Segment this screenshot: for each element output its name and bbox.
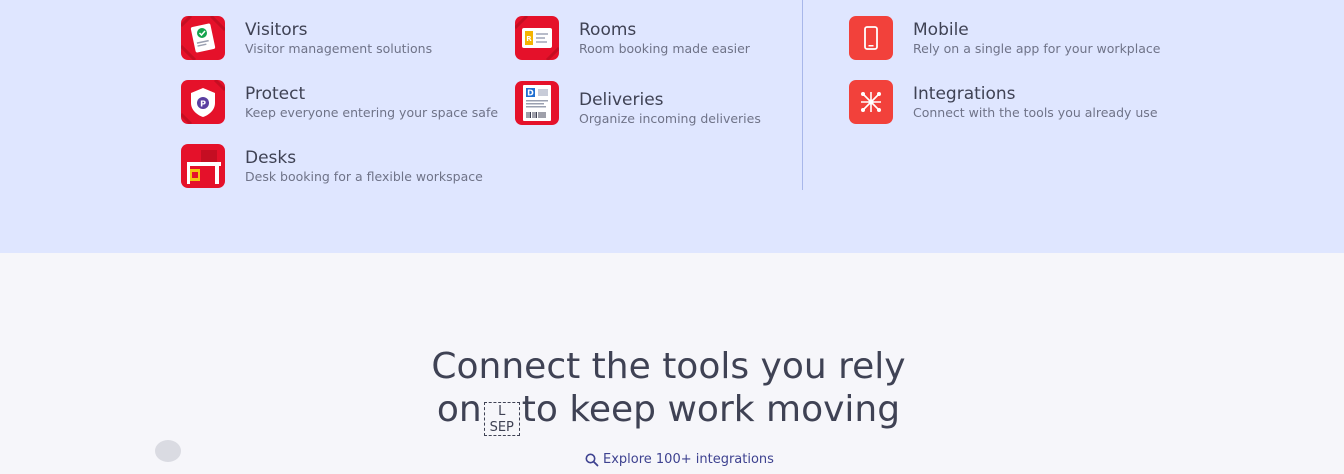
menu-item-subtitle: Organize incoming deliveries [579, 111, 761, 126]
menu-item-rooms[interactable]: R Rooms Room booking made easier [515, 16, 750, 60]
products-mega-menu: Visitors Visitor management solutions P … [0, 0, 1344, 253]
visitors-badge-icon [181, 16, 225, 60]
explore-integrations-link[interactable]: Explore 100+ integrations [585, 452, 774, 467]
hero-headline: Connect the tools you rely on L SEP to keep… [0, 345, 1337, 436]
menu-item-subtitle: Connect with the tools you already use [913, 105, 1158, 120]
menu-item-subtitle: Visitor management solutions [245, 41, 433, 56]
menu-item-subtitle: Room booking made easier [579, 41, 750, 56]
menu-item-subtitle: Rely on a single app for your workplace [913, 41, 1161, 56]
headline-line-1: Connect the tools you rely [431, 346, 906, 387]
line-separator-placeholder: L SEP [483, 402, 520, 436]
protect-shield-icon: P [181, 80, 225, 124]
headline-word-on: on [436, 389, 482, 430]
sep-top-text: L [498, 404, 506, 419]
search-icon [585, 453, 599, 466]
menu-item-subtitle: Desk booking for a flexible workspace [245, 169, 483, 184]
mobile-phone-icon [849, 16, 893, 60]
menu-item-title: Protect [245, 84, 306, 104]
menu-item-visitors[interactable]: Visitors Visitor management solutions [181, 16, 432, 60]
svg-text:P: P [200, 100, 206, 109]
headline-rest: to keep work moving [521, 389, 901, 430]
menu-item-title: Integrations [913, 84, 1016, 104]
menu-item-title: Rooms [579, 20, 637, 40]
menu-item-protect[interactable]: P Protect Keep everyone entering your sp… [181, 80, 498, 124]
menu-item-desks[interactable]: Desks Desk booking for a flexible worksp… [181, 144, 483, 188]
menu-item-deliveries[interactable]: D Deliveries Organize incoming deliverie… [515, 80, 761, 126]
menu-item-title: Visitors [245, 20, 308, 40]
menu-item-integrations[interactable]: Integrations Connect with the tools you … [849, 80, 1158, 124]
delivery-label-icon: D [515, 81, 559, 125]
menu-item-title: Deliveries [579, 90, 664, 110]
sep-bottom-text: SEP [489, 420, 514, 435]
menu-item-mobile[interactable]: Mobile Rely on a single app for your wor… [849, 16, 1160, 60]
integrations-network-icon [849, 80, 893, 124]
svg-text:R: R [526, 35, 532, 43]
svg-text:D: D [527, 89, 534, 98]
menu-column-divider [802, 0, 803, 190]
explore-link-label: Explore 100+ integrations [603, 452, 774, 467]
menu-item-subtitle: Keep everyone entering your space safe [245, 105, 499, 120]
desk-icon [181, 144, 225, 188]
chat-widget-button[interactable] [155, 440, 181, 462]
menu-item-title: Mobile [913, 20, 969, 40]
menu-item-title: Desks [245, 148, 297, 168]
room-display-icon: R [515, 16, 559, 60]
headline-line-2: on L SEP to keep work moving [0, 388, 1337, 436]
